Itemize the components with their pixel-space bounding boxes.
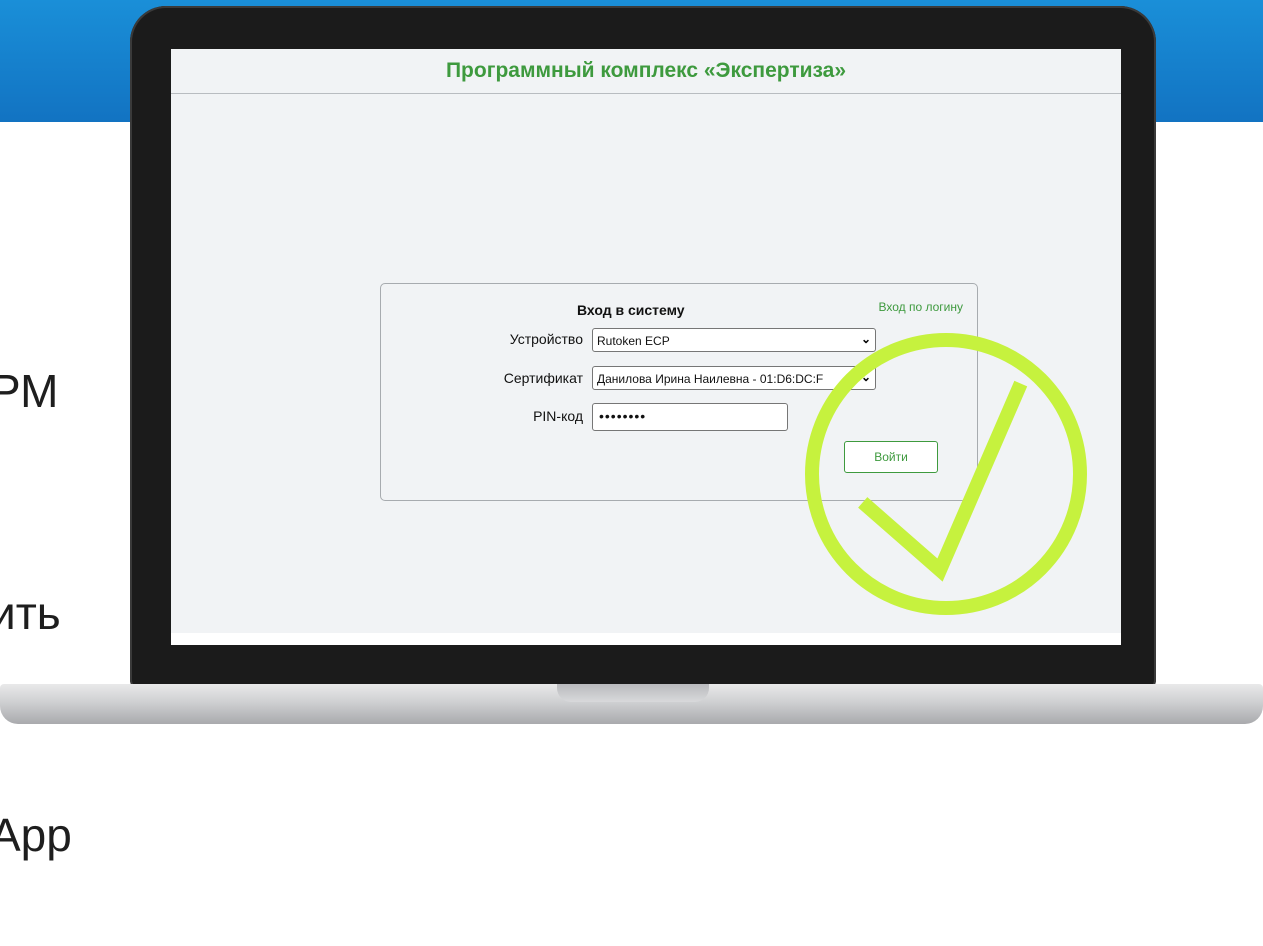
- laptop-screen: Программный комплекс «Экспертиза» Вход в…: [171, 49, 1121, 645]
- device-select[interactable]: Rutoken ECP ⌄: [592, 328, 876, 352]
- device-select-value: Rutoken ECP: [597, 334, 670, 348]
- background-line-1: РМ: [0, 365, 59, 417]
- device-label: Устройство: [509, 331, 583, 347]
- pin-label: PIN-код: [533, 408, 583, 424]
- certificate-select[interactable]: Данилова Ирина Наилевна - 01:D6:DC:F ⌄: [592, 366, 876, 390]
- login-button[interactable]: Войти: [844, 441, 938, 473]
- chevron-down-icon: ⌄: [860, 332, 871, 346]
- certificate-label: Сертификат: [503, 370, 583, 386]
- login-by-username-link[interactable]: Вход по логину: [878, 300, 963, 314]
- login-panel: Вход в систему Вход по логину Устройство…: [380, 283, 978, 501]
- app-header: Программный комплекс «Экспертиза»: [171, 49, 1121, 94]
- chevron-down-icon: ⌄: [860, 370, 871, 384]
- background-slide-text: РМ ить App: [0, 206, 72, 946]
- certificate-select-value: Данилова Ирина Наилевна - 01:D6:DC:F: [597, 372, 824, 386]
- background-line-3: App: [0, 809, 72, 861]
- laptop-notch: [557, 684, 709, 702]
- pin-input[interactable]: ••••••••: [592, 403, 788, 431]
- page-title: Программный комплекс «Экспертиза»: [445, 59, 847, 82]
- login-heading: Вход в систему: [577, 302, 685, 318]
- screen-bottom-strip: [171, 633, 1121, 645]
- background-line-2: ить: [0, 587, 61, 639]
